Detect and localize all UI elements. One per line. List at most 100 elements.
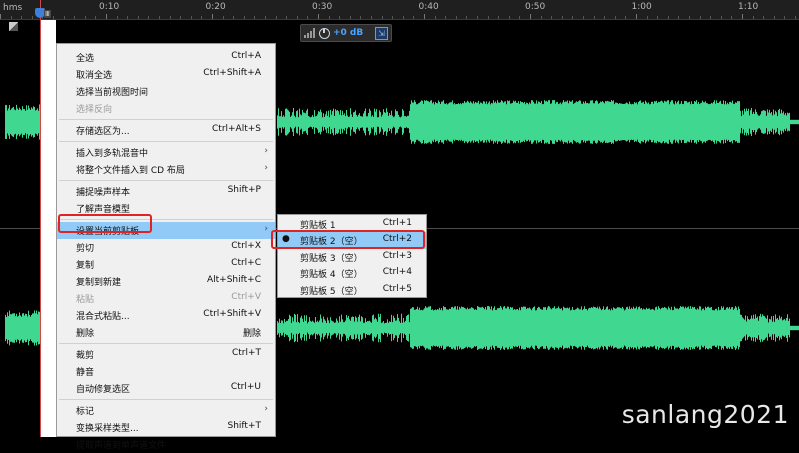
waveform-sample (499, 102, 500, 142)
waveform-sample (732, 100, 733, 144)
menu-item[interactable]: 提取声道到单声道文件 (57, 436, 275, 453)
waveform-sample (677, 101, 678, 143)
menu-item[interactable]: 静音 (57, 363, 275, 380)
waveform-sample (696, 100, 697, 144)
waveform-sample (684, 308, 685, 348)
waveform-sample (754, 113, 755, 131)
menu-item[interactable]: 复制 Ctrl+C (57, 256, 275, 273)
waveform-sample (27, 109, 28, 135)
waveform-sample (393, 315, 394, 341)
menu-item[interactable]: 捕捉噪声样本 Shift+P (57, 183, 275, 200)
waveform-sample (394, 317, 395, 339)
menu-item[interactable]: 选择当前视图时间 (57, 83, 275, 100)
waveform-sample (422, 100, 423, 144)
waveform-sample (386, 322, 387, 334)
waveform-sample (747, 110, 748, 134)
waveform-sample (357, 116, 358, 128)
waveform-sample (712, 310, 713, 346)
waveform-sample (282, 116, 283, 128)
submenu-item[interactable]: 剪贴板 1 Ctrl+1 (278, 216, 426, 233)
menu-item[interactable]: 剪切 Ctrl+X (57, 239, 275, 256)
waveform-sample (709, 307, 710, 349)
menu-item[interactable]: 存储选区为... Ctrl+Alt+S (57, 122, 275, 139)
submenu-item[interactable]: ● 剪贴板 2（空） Ctrl+2 (278, 232, 426, 250)
waveform-sample (509, 309, 510, 347)
waveform-sample (634, 308, 635, 348)
waveform-sample (499, 307, 500, 349)
waveform-sample (628, 308, 629, 348)
waveform-sample (538, 101, 539, 143)
waveform-sample (318, 322, 319, 334)
menu-item[interactable]: 删除 删除 (57, 324, 275, 341)
submenu-item[interactable]: 剪贴板 5（空） Ctrl+5 (278, 282, 426, 299)
waveform-sample (589, 307, 590, 349)
waveform-sample (503, 306, 504, 350)
waveform-sample (404, 322, 405, 334)
menu-item[interactable]: 标记 › (57, 402, 275, 419)
menu-item[interactable]: 设置当前剪贴板 › (57, 222, 275, 239)
waveform-sample (782, 113, 783, 131)
waveform-sample (723, 100, 724, 144)
waveform-sample (388, 322, 389, 334)
waveform-sample (603, 306, 604, 350)
waveform-sample (402, 109, 403, 135)
waveform-sample (322, 117, 323, 127)
menu-item[interactable]: 复制到新建 Alt+Shift+C (57, 273, 275, 290)
menu-item[interactable]: 混合式粘贴... Ctrl+Shift+V (57, 307, 275, 324)
playhead-line[interactable] (40, 0, 41, 437)
waveform-sample (573, 104, 574, 140)
waveform-sample (431, 100, 432, 144)
waveform-sample (496, 309, 497, 347)
menu-item[interactable]: 变换采样类型... Shift+T (57, 419, 275, 436)
selection-region[interactable] (40, 20, 56, 437)
selection-marker-icon[interactable]: Ⅲ (44, 10, 51, 18)
waveform-sample (310, 117, 311, 127)
waveform-sample (718, 102, 719, 142)
menu-item[interactable]: 取消全选 Ctrl+Shift+A (57, 66, 275, 83)
waveform-sample (432, 103, 433, 141)
waveform-sample (33, 313, 34, 343)
waveform-sample (302, 109, 303, 135)
waveform-sample (675, 308, 676, 348)
waveform-sample (487, 306, 488, 350)
waveform-sample (639, 306, 640, 350)
waveform-sample (533, 101, 534, 143)
waveform-sample (693, 307, 694, 349)
menu-item[interactable]: 全选 Ctrl+A (57, 49, 275, 66)
waveform-sample (522, 307, 523, 349)
waveform-sample (337, 110, 338, 134)
waveform-sample (651, 309, 652, 347)
waveform-sample (355, 316, 356, 340)
waveform-sample (597, 306, 598, 350)
waveform-sample (580, 100, 581, 144)
waveform-sample (332, 321, 333, 335)
menu-item[interactable]: 将整个文件插入到 CD 布局 › (57, 161, 275, 178)
waveform-sample (749, 115, 750, 129)
waveform-sample (288, 319, 289, 337)
waveform-sample (571, 101, 572, 143)
waveform-sample (773, 109, 774, 135)
waveform-sample (721, 306, 722, 350)
menu-item[interactable]: 插入到多轨混音中 › (57, 144, 275, 161)
waveform-sample (343, 114, 344, 130)
waveform-sample (494, 102, 495, 142)
waveform-sample (467, 100, 468, 144)
waveform-sample (796, 119, 797, 125)
waveform-sample (795, 119, 796, 125)
waveform-sample (543, 307, 544, 349)
waveform-sample (644, 103, 645, 141)
submenu-item[interactable]: 剪贴板 3（空） Ctrl+3 (278, 249, 426, 266)
menu-item[interactable]: 自动修复选区 Ctrl+U (57, 380, 275, 397)
menu-item[interactable]: 了解声音模型 (57, 200, 275, 217)
waveform-sample (297, 314, 298, 342)
waveform-sample (740, 314, 741, 342)
waveform-sample (753, 314, 754, 342)
menu-item[interactable]: 裁剪 Ctrl+T (57, 346, 275, 363)
submenu-item[interactable]: 剪贴板 4（空） Ctrl+4 (278, 265, 426, 282)
waveform-sample (600, 308, 601, 348)
waveform-sample (692, 103, 693, 141)
waveform-sample (362, 116, 363, 128)
waveform-sample (664, 100, 665, 144)
waveform-sample (395, 320, 396, 336)
waveform-sample (293, 107, 294, 137)
